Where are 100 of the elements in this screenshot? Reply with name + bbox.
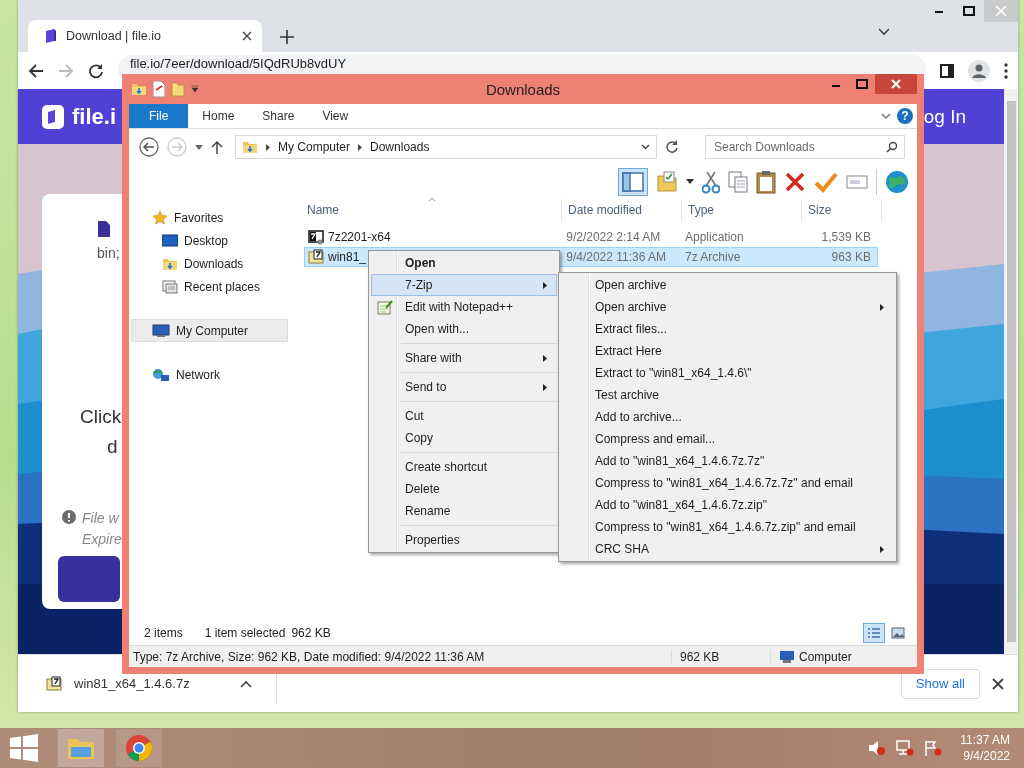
- notepad-icon: [377, 299, 393, 315]
- menu-item[interactable]: Extract files...: [561, 318, 894, 340]
- reload-icon[interactable]: [88, 62, 104, 79]
- address-field[interactable]: My Computer Downloads: [235, 135, 657, 159]
- ribbon-tab[interactable]: View: [308, 104, 363, 128]
- close-icon[interactable]: [992, 677, 1004, 690]
- search-icon: [886, 141, 898, 153]
- nav-item[interactable]: Network: [131, 363, 288, 386]
- star-icon: [152, 209, 168, 226]
- window-title: Downloads: [485, 81, 561, 98]
- muted-speaker-icon[interactable]: [868, 740, 887, 756]
- network-status-icon[interactable]: [896, 740, 915, 756]
- menu-item[interactable]: Copy: [371, 427, 557, 449]
- column-header[interactable]: Date modified: [562, 199, 682, 221]
- menu-item[interactable]: Extract Here: [561, 340, 894, 362]
- download-button[interactable]: [58, 556, 120, 603]
- chrome-taskbar-button[interactable]: [116, 729, 162, 767]
- back-icon[interactable]: [139, 137, 159, 157]
- folder-check-icon[interactable]: [656, 170, 678, 193]
- details-view-button[interactable]: [863, 622, 885, 643]
- menu-item[interactable]: Rename: [371, 500, 557, 522]
- file-row[interactable]: 7z2201-x64 9/2/2022 2:14 AM Application 1,539 KB: [304, 227, 878, 247]
- menu-item[interactable]: Properties: [371, 529, 557, 551]
- chevron-down-icon[interactable]: [641, 144, 650, 150]
- dropdown-icon[interactable]: [686, 179, 694, 184]
- menu-item[interactable]: CRC SHA: [561, 538, 894, 560]
- menu-item[interactable]: Cut: [371, 405, 557, 427]
- browser-tab[interactable]: Download | file.io: [28, 19, 262, 52]
- column-header[interactable]: Size: [802, 199, 882, 221]
- breadcrumb-item[interactable]: Downloads: [370, 140, 430, 154]
- menu-icon[interactable]: [1004, 62, 1008, 79]
- up-arrow-icon[interactable]: [211, 140, 223, 154]
- show-all-button[interactable]: Show all: [900, 668, 980, 699]
- nav-item[interactable]: Downloads: [131, 252, 288, 275]
- close-icon[interactable]: [242, 30, 252, 41]
- search-field[interactable]: Search Downloads: [705, 135, 905, 159]
- preview-pane-button[interactable]: [618, 167, 648, 196]
- ribbon-tab[interactable]: Share: [248, 104, 309, 128]
- nav-item[interactable]: Desktop: [131, 229, 288, 252]
- folder-icon: [242, 139, 258, 155]
- menu-item[interactable]: Add to "win81_x64_1.4.6.7z.7z": [561, 450, 894, 472]
- computer-icon: [779, 649, 795, 664]
- details-size: 962 KB: [671, 649, 770, 664]
- note-text: File w: [82, 509, 120, 529]
- menu-item[interactable]: Add to "win81_x64_1.4.6.7z.zip": [561, 494, 894, 516]
- menu-item[interactable]: Create shortcut: [371, 456, 557, 478]
- nav-item[interactable]: My Computer: [131, 319, 288, 342]
- menu-item[interactable]: Extract to "win81_x64_1.4.6\": [561, 362, 894, 384]
- selection-count: 1 item selected: [204, 625, 286, 640]
- menu-item[interactable]: Open archive: [561, 274, 894, 296]
- sidebar-icon[interactable]: [940, 63, 954, 78]
- network-icon: [152, 366, 170, 383]
- menu-item[interactable]: Open with...: [371, 318, 557, 340]
- menu-item[interactable]: Send to: [371, 376, 557, 398]
- chevron-down-icon[interactable]: [881, 112, 891, 120]
- ribbon-tab[interactable]: Home: [188, 104, 249, 128]
- close-icon: [995, 5, 1007, 17]
- checkmark-icon[interactable]: [814, 170, 838, 193]
- menu-item[interactable]: Open archive: [561, 296, 894, 318]
- menu-item[interactable]: Add to archive...: [561, 406, 894, 428]
- profile-icon[interactable]: [968, 59, 990, 82]
- caret-up-icon[interactable]: [239, 679, 252, 688]
- menu-item[interactable]: Delete: [371, 478, 557, 500]
- menu-item[interactable]: Edit with Notepad++: [371, 296, 557, 318]
- new-tab-icon[interactable]: [280, 29, 294, 44]
- cut-icon[interactable]: [702, 169, 720, 194]
- location-text: Computer: [799, 649, 852, 664]
- breadcrumb-item[interactable]: My Computer: [278, 140, 351, 154]
- login-link[interactable]: og In: [923, 105, 966, 128]
- menu-item[interactable]: Compress to "win81_x64_1.4.6.7z.7z" and email: [561, 472, 894, 494]
- refresh-icon[interactable]: [665, 140, 679, 154]
- nav-item[interactable]: Recent places: [131, 275, 288, 298]
- properties-icon[interactable]: [153, 81, 165, 97]
- menu-item[interactable]: Test archive: [561, 384, 894, 406]
- chevron-down-icon[interactable]: [878, 28, 890, 36]
- menu-item[interactable]: 7-Zip: [371, 274, 557, 296]
- globe-icon[interactable]: [885, 169, 909, 194]
- copy-icon[interactable]: [728, 170, 748, 193]
- column-header[interactable]: Type: [682, 199, 802, 221]
- windows-logo-icon[interactable]: [10, 734, 38, 762]
- table-cell-text: 963 KB: [830, 250, 872, 264]
- ribbon-tab[interactable]: File: [129, 104, 189, 128]
- column-header[interactable]: Name: [290, 199, 562, 221]
- scrollbar[interactable]: [1004, 89, 1018, 655]
- back-icon[interactable]: [28, 62, 44, 79]
- prompt-text: Click: [80, 406, 122, 429]
- details-text: Type: 7z Archive, Size: 962 KB, Date modified: 9/4/2022 11:36 AM: [133, 649, 486, 664]
- table-cell-text: 9/2/2022 2:14 AM: [565, 230, 662, 244]
- delete-icon[interactable]: [784, 170, 806, 193]
- nav-item[interactable]: Favorites: [131, 206, 288, 229]
- menu-item[interactable]: Compress and email...: [561, 428, 894, 450]
- flag-icon[interactable]: [924, 740, 943, 756]
- help-button[interactable]: ?: [897, 108, 913, 124]
- menu-item[interactable]: Compress to "win81_x64_1.4.6.7z.zip" and email: [561, 516, 894, 538]
- details-list-icon: [867, 626, 881, 639]
- paste-icon[interactable]: [756, 169, 776, 194]
- menu-item[interactable]: Share with: [371, 347, 557, 369]
- file-name: win81_: [328, 250, 367, 264]
- download-file-name[interactable]: win81_x64_1.4.6.7z: [74, 676, 190, 692]
- close-button[interactable]: [875, 74, 917, 94]
